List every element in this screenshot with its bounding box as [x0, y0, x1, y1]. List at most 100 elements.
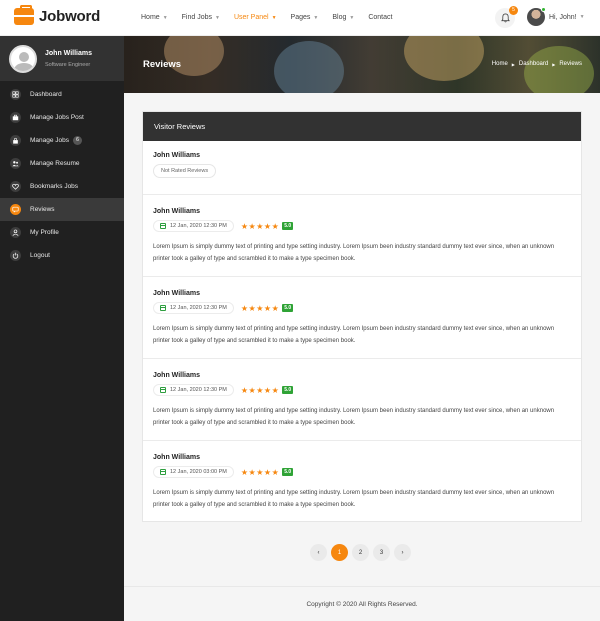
page-3-button[interactable]: 3	[373, 544, 390, 561]
notifications-button[interactable]: 5	[495, 6, 518, 28]
nav-item-home[interactable]: Home ▼	[141, 14, 168, 21]
sidebar-item-manage-jobs[interactable]: Manage Jobs 6	[0, 129, 124, 152]
brand-logo[interactable]: Jobword	[14, 5, 101, 25]
nav-item-label: Blog	[332, 14, 347, 21]
user-greeting: Hi, John!	[549, 13, 577, 21]
dashboard-icon	[10, 89, 21, 100]
breadcrumb-item[interactable]: Dashboard	[519, 61, 548, 67]
review-date: 12 Jan, 2020 12:30 PM	[153, 302, 234, 314]
review-meta: 12 Jan, 2020 03:00 PM ★★★★★ 5.0	[153, 466, 571, 478]
banner-photo-shape	[274, 41, 344, 93]
review-meta: 12 Jan, 2020 12:30 PM ★★★★★ 5.0	[153, 302, 571, 314]
sidebar-item-label: Manage Jobs Post	[30, 114, 84, 121]
review-date-text: 12 Jan, 2020 12:30 PM	[170, 223, 227, 229]
review-item: John Williams 12 Jan, 2020 03:00 PM ★★★★★ 5…	[143, 441, 581, 523]
users-icon	[10, 158, 21, 169]
chevron-down-icon: ▼	[313, 15, 319, 21]
user-menu[interactable]: Hi, John! ▼	[527, 7, 585, 26]
chevron-right-icon: ▶	[552, 61, 556, 67]
online-status-dot	[541, 7, 546, 12]
review-text: Lorem Ipsum is simply dummy text of prin…	[153, 326, 555, 344]
banner-photo-shape	[404, 36, 484, 81]
star-rating: ★★★★★	[240, 385, 280, 395]
main-nav: Home ▼ Find Jobs ▼ User Panel ▼ Pages ▼ Blog ▼ Con…	[141, 14, 406, 21]
nav-item-contact[interactable]: Contact	[368, 14, 392, 21]
sidebar-item-reviews[interactable]: Reviews	[0, 198, 124, 221]
sidebar-profile: John Williams Software Engineer	[0, 36, 124, 81]
nav-item-user-panel[interactable]: User Panel ▼	[234, 14, 277, 21]
avatar	[527, 7, 546, 26]
sidebar-item-label: Logout	[30, 252, 50, 259]
sidebar-item-label: Manage Resume	[30, 160, 80, 167]
nav-item-find-jobs[interactable]: Find Jobs ▼	[182, 14, 220, 21]
footer: Copyright © 2020 All Rights Reserved.	[124, 586, 600, 621]
nav-item-label: Contact	[368, 14, 393, 21]
review-date: 12 Jan, 2020 03:00 PM	[153, 466, 234, 478]
user-icon	[10, 227, 21, 238]
sidebar-item-label: My Profile	[30, 229, 59, 236]
calendar-icon	[160, 469, 166, 475]
power-icon	[10, 250, 21, 261]
star-rating: ★★★★★	[240, 303, 280, 313]
profile-role: Software Engineer	[45, 61, 91, 68]
sidebar-item-label: Bookmarks Jobs	[30, 183, 79, 190]
review-date-text: 12 Jan, 2020 03:00 PM	[170, 469, 227, 475]
next-page-button[interactable]: ›	[394, 544, 411, 561]
sidebar-item-manage-jobs-post[interactable]: Manage Jobs Post	[0, 106, 124, 129]
chevron-down-icon: ▼	[271, 15, 277, 21]
brand-name: Jobword	[39, 8, 101, 25]
review-text: Lorem Ipsum is simply dummy text of prin…	[153, 244, 555, 262]
chevron-down-icon: ▼	[349, 15, 355, 21]
page-1-button[interactable]: 1	[331, 544, 348, 561]
calendar-icon	[160, 387, 166, 393]
heart-icon	[10, 181, 21, 192]
breadcrumb-item[interactable]: Home	[492, 61, 508, 67]
sidebar-item-label: Reviews	[30, 206, 55, 213]
review-item: John Williams 12 Jan, 2020 12:30 PM ★★★★★ 5…	[143, 359, 581, 441]
rating-badge: 5.0	[282, 386, 294, 394]
card-title: Visitor Reviews	[143, 112, 581, 141]
star-rating: ★★★★★	[240, 221, 280, 231]
nav-item-blog[interactable]: Blog ▼	[332, 14, 354, 21]
nav-item-pages[interactable]: Pages ▼	[291, 14, 319, 21]
reviewer-name: John Williams	[153, 290, 201, 297]
rating-badge: 5.0	[282, 304, 294, 312]
nav-item-label: Find Jobs	[181, 14, 212, 21]
sidebar-menu: Dashboard Manage Jobs Post Manage Jobs 6 Man…	[0, 83, 124, 267]
review-item: John Williams Not Rated Reviews	[143, 141, 581, 195]
nav-item-label: Home	[141, 14, 160, 21]
bell-icon	[500, 13, 510, 23]
sidebar-item-logout[interactable]: Logout	[0, 244, 124, 267]
banner-photo-shape	[164, 36, 224, 76]
review-date: 12 Jan, 2020 12:30 PM	[153, 384, 234, 396]
sidebar-item-label: Dashboard	[30, 91, 62, 98]
sidebar-item-dashboard[interactable]: Dashboard	[0, 83, 124, 106]
briefcase-icon	[10, 112, 21, 123]
reviewer-name: John Williams	[153, 372, 201, 379]
sidebar-item-manage-resume[interactable]: Manage Resume	[0, 152, 124, 175]
breadcrumb-item: Reviews	[559, 61, 582, 67]
page-2-button[interactable]: 2	[352, 544, 369, 561]
reviewer-name: John Williams	[153, 208, 201, 215]
nav-item-label: User Panel	[233, 14, 269, 21]
previous-page-button[interactable]: ‹	[310, 544, 327, 561]
top-navbar: Jobword Home ▼ Find Jobs ▼ User Panel ▼ Pages ▼…	[0, 0, 600, 36]
review-text: Lorem Ipsum is simply dummy text of prin…	[153, 490, 555, 508]
page-title: Reviews	[143, 59, 182, 70]
reviewer-name: John Williams	[153, 454, 201, 461]
chevron-down-icon: ▼	[215, 15, 220, 21]
review-text: Lorem Ipsum is simply dummy text of prin…	[153, 408, 555, 426]
notification-count-badge: 5	[509, 6, 518, 15]
page-banner: Reviews Home ▶ Dashboard ▶ Reviews	[124, 36, 600, 93]
breadcrumb: Home ▶ Dashboard ▶ Reviews	[492, 61, 582, 67]
nav-item-label: Pages	[290, 14, 311, 21]
rating-badge: 5.0	[282, 468, 294, 476]
lock-icon	[10, 135, 21, 146]
calendar-icon	[160, 223, 166, 229]
sidebar-item-my-profile[interactable]: My Profile	[0, 221, 124, 244]
chevron-down-icon: ▼	[579, 14, 585, 20]
not-rated-badge: Not Rated Reviews	[153, 164, 217, 178]
review-date-text: 12 Jan, 2020 12:30 PM	[170, 387, 227, 393]
review-date-text: 12 Jan, 2020 12:30 PM	[170, 305, 227, 311]
sidebar-item-bookmarks-jobs[interactable]: Bookmarks Jobs	[0, 175, 124, 198]
